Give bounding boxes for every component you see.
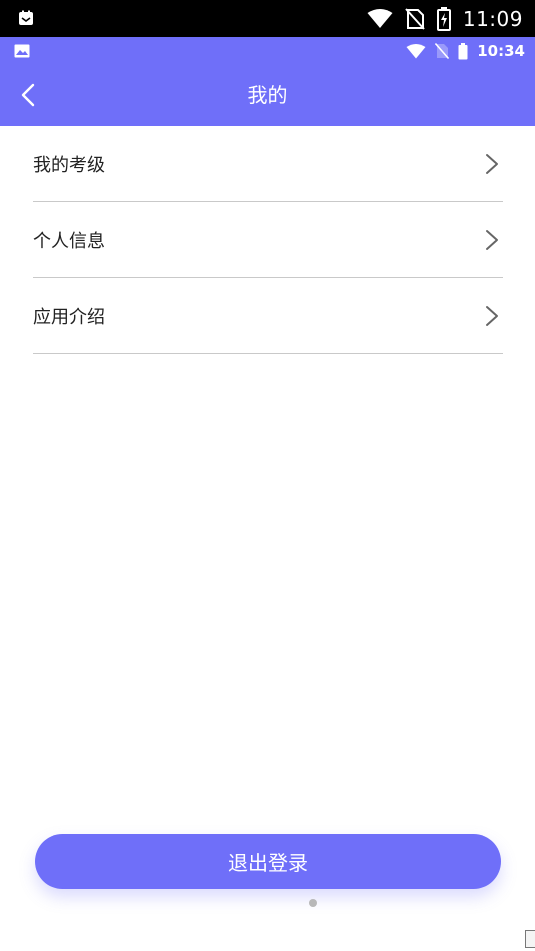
menu-list: 我的考级 个人信息 应用介绍 xyxy=(33,126,503,354)
system-time: 11:09 xyxy=(462,6,523,31)
chevron-right-icon xyxy=(486,153,498,174)
menu-item-label: 应用介绍 xyxy=(33,306,105,328)
logout-button[interactable]: 退出登录 xyxy=(35,834,501,889)
menu-item-personal-info[interactable]: 个人信息 xyxy=(33,202,503,278)
menu-item-label: 我的考级 xyxy=(33,154,105,176)
back-button[interactable] xyxy=(8,73,48,117)
battery-charging-icon xyxy=(436,6,451,31)
menu-item-label: 个人信息 xyxy=(33,230,105,252)
chevron-right-icon xyxy=(486,305,498,326)
chevron-right-icon xyxy=(486,229,498,250)
battery-icon xyxy=(458,42,468,59)
image-icon xyxy=(14,44,30,58)
inner-status-bar: 10:34 xyxy=(0,37,535,65)
floating-corner-icon[interactable] xyxy=(525,930,535,948)
wifi-icon xyxy=(406,43,426,58)
wifi-icon xyxy=(367,8,393,28)
system-status-icons: 11:09 xyxy=(367,0,523,37)
menu-item-exam-level[interactable]: 我的考级 xyxy=(33,126,503,202)
chevron-left-icon xyxy=(21,83,35,107)
no-sim-icon xyxy=(435,43,450,59)
notification-app-icon xyxy=(19,10,33,25)
system-status-bar: 11:09 xyxy=(0,0,535,37)
inner-status-icons: 10:34 xyxy=(406,37,525,65)
menu-item-app-intro[interactable]: 应用介绍 xyxy=(33,278,503,354)
inner-time: 10:34 xyxy=(477,42,525,60)
app-header: 我的 xyxy=(0,65,535,126)
page-indicator-dot xyxy=(309,899,317,907)
no-sim-icon xyxy=(405,7,425,30)
page-title: 我的 xyxy=(247,83,288,107)
